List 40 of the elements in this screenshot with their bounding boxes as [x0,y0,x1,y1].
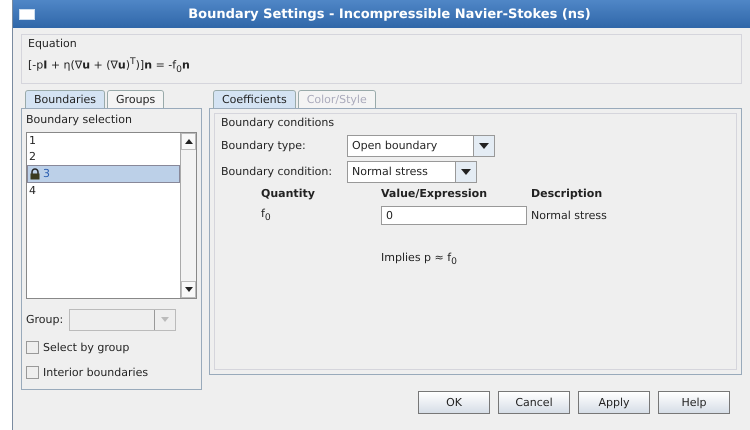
tab[interactable]: Coefficients [213,90,296,108]
field-label: Group: [26,313,64,326]
checkbox-label: Interior boundaries [43,366,148,379]
up-arrow-icon [184,138,192,144]
window-title: Boundary Settings - Incompressible Navier-Stokes (ns) [187,6,592,22]
description-text: Normal stress [531,208,608,222]
tab[interactable]: Boundaries [25,90,106,108]
checkbox-label: Select by group [43,340,130,354]
value-input[interactable]: 0 [381,206,527,225]
checkbox[interactable] [26,366,39,379]
window-menu-icon[interactable] [19,8,35,20]
equation-formula: [-pI + η(∇u + (∇u)$^{T}$)]n = -f$_{0}$n [28,56,191,77]
dialog-button[interactable]: Cancel [498,390,570,414]
column-header: Quantity [261,186,316,200]
column-header: Value/Expression [381,186,488,200]
down-arrow-icon [184,286,192,292]
checkbox[interactable] [26,340,39,354]
dialog-button[interactable]: Apply [578,390,650,414]
group-title: Boundary selection [26,112,133,126]
dialog-button[interactable]: Help [658,390,730,414]
boundary-list[interactable]: 1 2 3 4 [26,132,197,299]
field-label: Boundary condition: [221,165,334,178]
list-item[interactable]: 4 [27,182,180,199]
caret-icon [479,142,489,149]
caret-icon [461,168,471,175]
list-item[interactable]: 3 [27,164,180,183]
tab[interactable]: Groups [107,90,164,108]
group-title: Equation [28,37,78,50]
boundary-type-dropdown[interactable]: Open boundary [347,134,495,157]
column-header: Description [531,186,604,200]
field-label: Boundary type: [221,139,307,152]
list-item[interactable]: 2 [27,148,180,165]
dialog-button[interactable]: OK [418,390,490,414]
implication-note: Implies p ≈ f$_{0}$ [381,250,457,264]
scrollbar[interactable] [180,132,196,298]
quantity-symbol: f$_{0}$ [261,207,272,224]
list-item[interactable]: 1 [27,132,180,149]
boundary-condition-dropdown[interactable]: Normal stress [347,160,477,183]
caret-icon [161,317,170,322]
group-title: Boundary conditions [221,116,336,129]
